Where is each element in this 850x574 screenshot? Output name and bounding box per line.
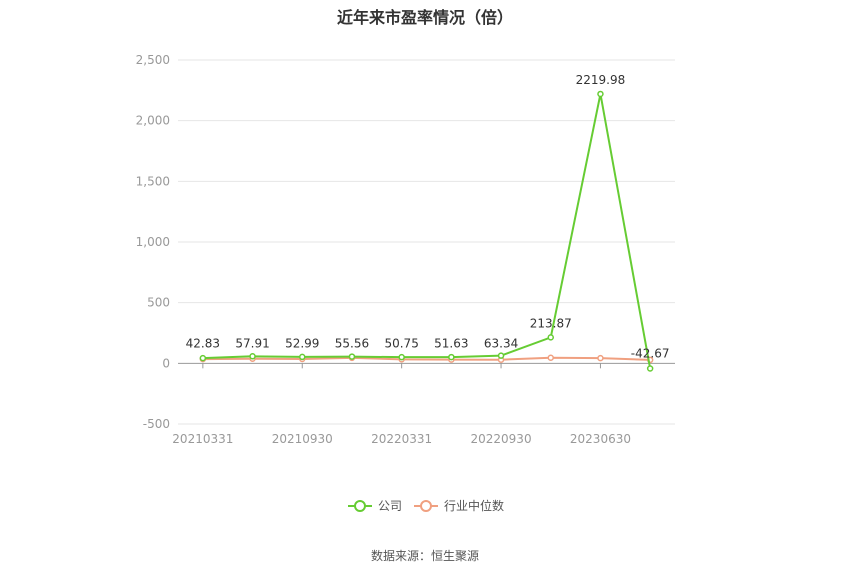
company-data-point — [597, 90, 604, 98]
company-data-point — [547, 334, 554, 341]
company-data-label: 57.91 — [235, 336, 269, 350]
legend-industry-marker-icon — [420, 500, 432, 512]
industry-median-data-point — [597, 354, 604, 362]
y-tick-label: 1,500 — [136, 174, 170, 188]
company-data-point — [199, 354, 207, 362]
company-data-label: 51.63 — [434, 336, 468, 350]
y-tick-label: 500 — [147, 296, 170, 310]
x-tick-label: 20220930 — [471, 432, 532, 446]
pe-ratio-line-chart: -500 0 500 1,000 1,500 2,000 2,500 20210331 2021… — [136, 53, 675, 513]
company-data-point — [497, 352, 505, 359]
legend-company-label: 公司 — [378, 499, 402, 513]
x-tick-label: 20230630 — [570, 432, 631, 446]
company-data-point — [249, 353, 256, 360]
company-data-label: 52.99 — [285, 336, 319, 350]
company-data-label: 50.75 — [384, 336, 418, 350]
x-tick-label: 20220331 — [371, 432, 432, 446]
y-tick-label: 1,000 — [136, 235, 170, 249]
data-source-note: 数据来源：恒生聚源 — [370, 549, 479, 563]
industry-median-data-point — [547, 354, 554, 362]
legend-industry-label: 行业中位数 — [444, 498, 504, 513]
y-tick-label: 2,000 — [136, 114, 170, 128]
legend-company-marker-icon — [354, 500, 366, 512]
company-data-label: 2219.98 — [576, 73, 626, 87]
company-data-label: 213.87 — [530, 316, 572, 330]
x-tick-label: 20210930 — [272, 432, 333, 446]
y-tick-label: -500 — [143, 417, 170, 431]
company-data-label: 63.34 — [484, 336, 518, 350]
company-data-point — [448, 353, 455, 361]
y-tick-label: 0 — [162, 356, 170, 370]
company-series-line — [202, 93, 652, 369]
x-tick-label: 20210331 — [172, 432, 233, 446]
company-data-point — [646, 365, 654, 372]
company-data-label: 55.56 — [335, 336, 369, 350]
company-data-label: -42.67 — [631, 346, 670, 360]
y-tick-label: 2,500 — [136, 53, 170, 67]
company-data-label: 42.83 — [186, 336, 220, 350]
company-data-point — [299, 353, 306, 361]
company-data-point — [398, 353, 405, 361]
company-data-point — [348, 353, 356, 360]
